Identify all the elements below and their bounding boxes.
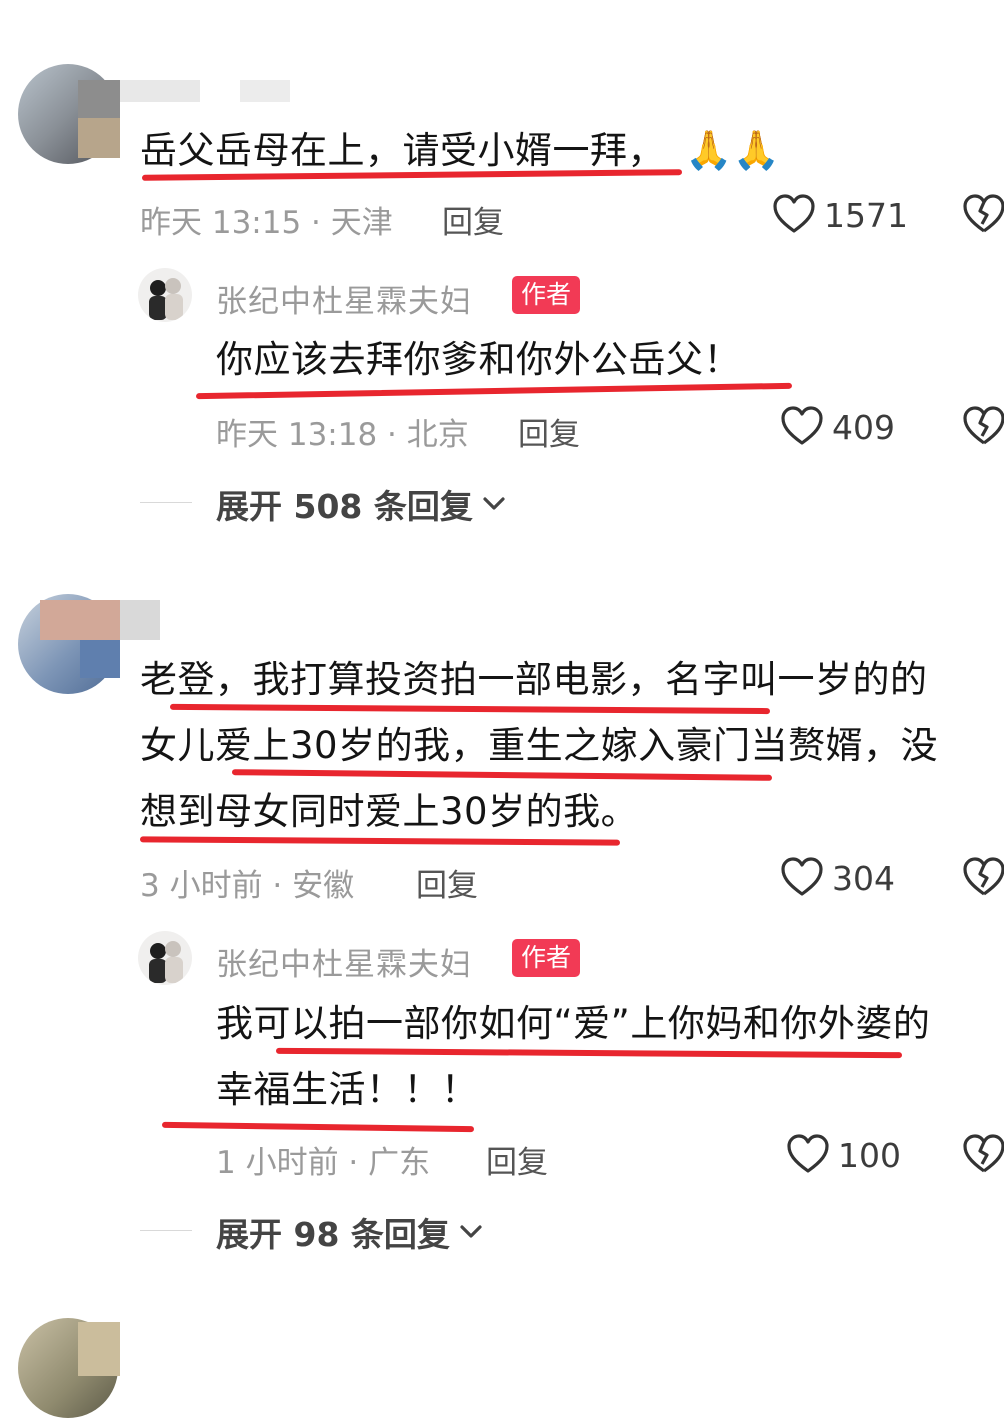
author-avatar[interactable]	[138, 931, 192, 985]
dislike-button[interactable]	[962, 1133, 1004, 1175]
author-name[interactable]: 张纪中杜星霖夫妇	[216, 276, 472, 321]
chevron-down-icon	[483, 497, 505, 510]
heart-outline-icon	[773, 194, 815, 233]
username-mosaic	[78, 118, 120, 158]
chevron-down-icon	[460, 1225, 482, 1238]
reply-button[interactable]: 回复	[442, 197, 504, 242]
heart-outline-icon	[781, 857, 823, 896]
reply-text: 幸福生活！！！	[216, 1068, 479, 1111]
username-mosaic	[78, 1322, 120, 1376]
comment-meta: 昨天 13:15 · 天津	[140, 205, 393, 241]
expand-label: 展开 508 条回复	[216, 487, 473, 526]
highlight-underline	[161, 1121, 475, 1133]
reply-text: 我可以拍一部你如何“爱”上你妈和你外婆的	[216, 1002, 931, 1045]
broken-heart-icon	[963, 194, 1004, 233]
like-count: 100	[838, 1136, 901, 1175]
author-badge: 作者	[512, 276, 581, 314]
expand-replies-button[interactable]: 展开 98 条回复	[216, 1208, 484, 1256]
reply-text: 你应该去拜你爹和你外公岳父！	[216, 338, 741, 381]
comment-text: 女儿爱上30岁的我，重生之嫁入豪门当赘婿，没	[140, 724, 939, 767]
author-avatar[interactable]	[138, 268, 192, 322]
expand-divider	[140, 1230, 192, 1231]
heart-outline-icon	[781, 406, 823, 445]
comment-text: 想到母女同时爱上30岁的我。	[140, 790, 639, 833]
reply-button[interactable]: 回复	[518, 409, 580, 454]
reply-meta: 昨天 13:18 · 北京	[216, 417, 469, 453]
like-button[interactable]	[780, 856, 824, 898]
like-count: 1571	[824, 196, 908, 235]
broken-heart-icon	[963, 406, 1004, 445]
expand-label: 展开 98 条回复	[216, 1215, 450, 1254]
dislike-button[interactable]	[962, 193, 1004, 235]
like-count: 304	[832, 859, 895, 898]
reply-meta: 1 小时前 · 广东	[216, 1145, 431, 1181]
dislike-button[interactable]	[962, 405, 1004, 447]
expand-divider	[140, 502, 192, 503]
author-name[interactable]: 张纪中杜星霖夫妇	[216, 939, 472, 984]
username-mosaic	[120, 600, 160, 640]
like-button[interactable]	[772, 193, 816, 235]
like-button[interactable]	[780, 405, 824, 447]
reply-button[interactable]: 回复	[416, 860, 478, 905]
username-mosaic	[120, 80, 200, 102]
reply-button[interactable]: 回复	[486, 1137, 548, 1182]
author-badge: 作者	[512, 939, 581, 977]
like-count: 409	[832, 408, 895, 447]
comment-meta: 3 小时前 · 安徽	[140, 868, 355, 904]
username-mosaic	[80, 640, 120, 678]
username-mosaic	[40, 600, 120, 640]
heart-outline-icon	[787, 1134, 829, 1173]
dislike-button[interactable]	[962, 856, 1004, 898]
expand-replies-button[interactable]: 展开 508 条回复	[216, 480, 507, 528]
broken-heart-icon	[963, 1134, 1004, 1173]
username-mosaic	[78, 80, 120, 118]
like-button[interactable]	[786, 1133, 830, 1175]
pray-emoji: 🙏🙏	[685, 128, 781, 172]
broken-heart-icon	[963, 857, 1004, 896]
username-mosaic	[240, 80, 290, 102]
comment-text: 老登，我打算投资拍一部电影，名字叫一岁的的	[140, 658, 928, 701]
